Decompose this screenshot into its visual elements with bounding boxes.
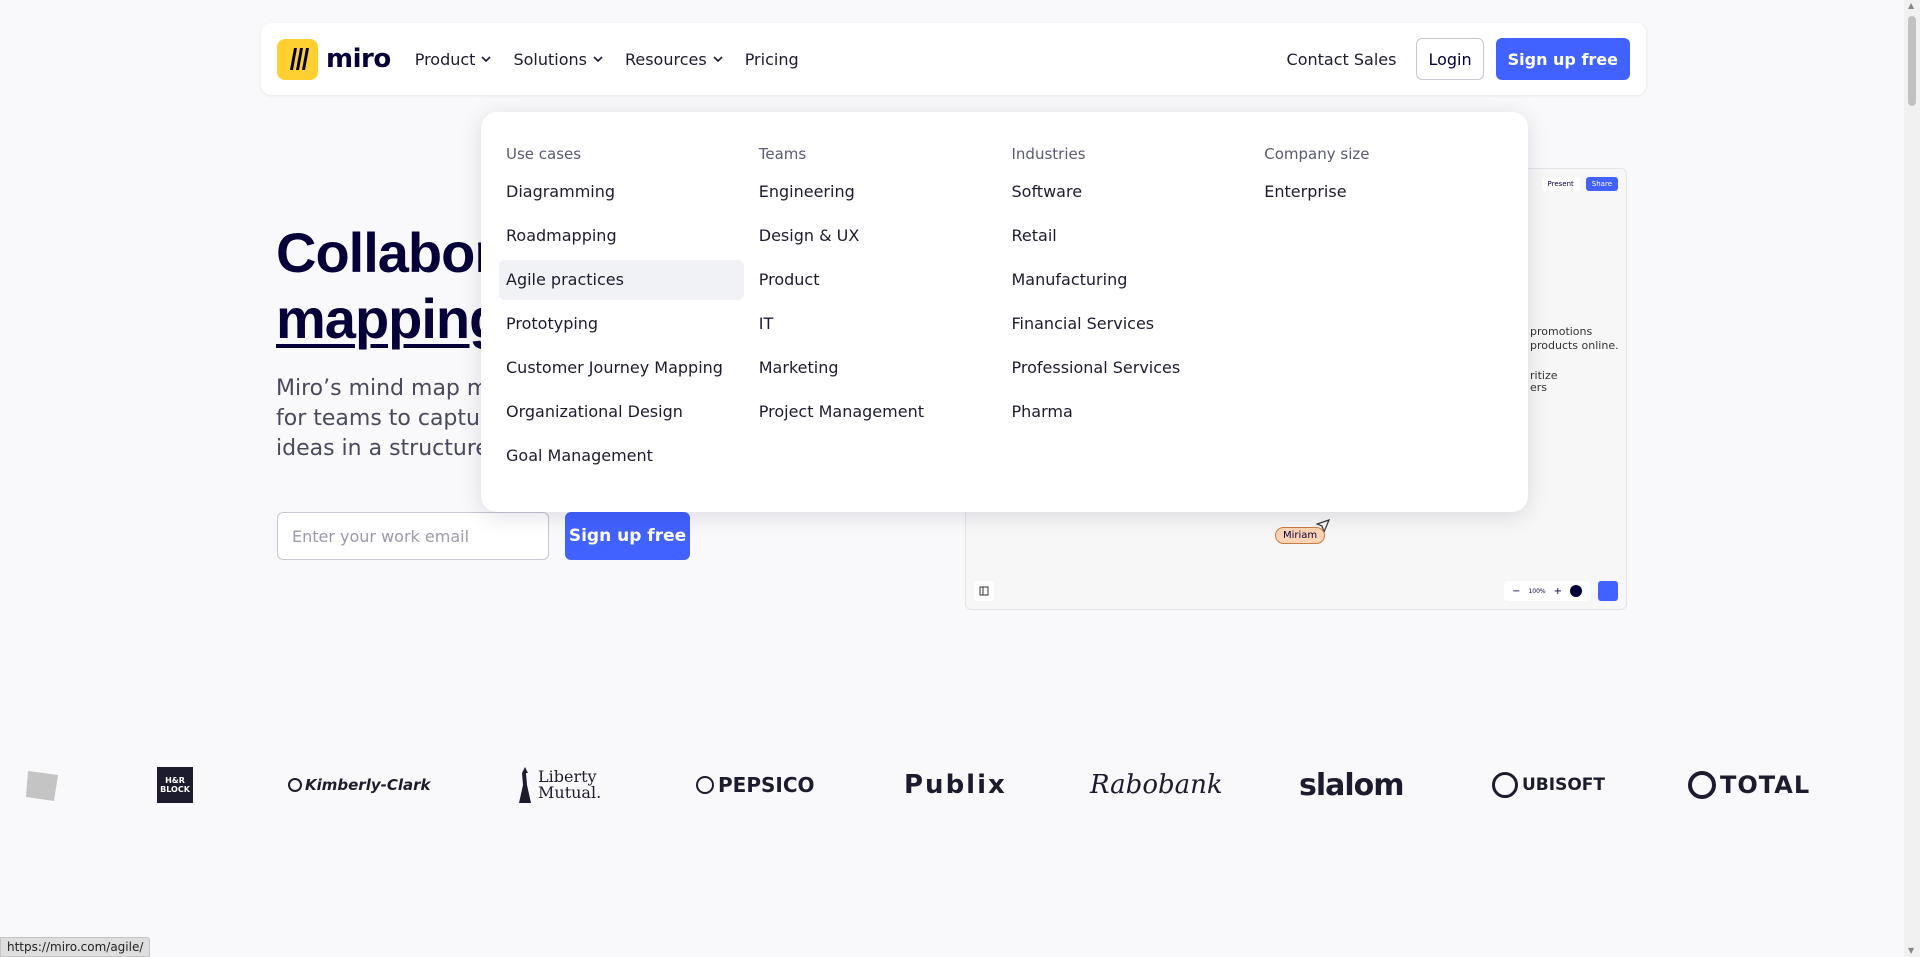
logo-kimberly-clark: Kimberly-Clark — [288, 755, 431, 815]
share-button[interactable]: Share — [1585, 177, 1618, 191]
logo-kimberly-clark-text: Kimberly-Clark — [305, 776, 431, 794]
dropdown-item-goal-management[interactable]: Goal Management — [499, 436, 744, 476]
logo-slalom: slalom — [1299, 767, 1405, 803]
nav-resources[interactable]: Resources — [625, 50, 723, 69]
total-icon — [1688, 771, 1716, 799]
site-header: miro Product Solutions Resources Pricing… — [261, 23, 1646, 95]
logo-text: miro — [326, 44, 391, 74]
dropdown-heading: Teams — [758, 145, 807, 163]
logo-ubisoft: UBISOFT — [1492, 755, 1605, 815]
board-text-line1: promotions — [1530, 325, 1593, 338]
logo-ubisoft-text: UBISOFT — [1522, 775, 1605, 795]
solutions-dropdown: Use cases Diagramming Roadmapping Agile … — [481, 112, 1528, 512]
page-scrollbar[interactable]: ▲ ▼ — [1904, 0, 1920, 957]
logo-publix: Publix — [904, 770, 1007, 800]
logo-liberty-mutual: Liberty Mutual. — [512, 755, 602, 815]
pepsico-globe-icon — [696, 776, 714, 794]
dropdown-column-industries: Industries Software Retail Manufacturing… — [1005, 142, 1258, 482]
dropdown-item-financial-services[interactable]: Financial Services — [1005, 304, 1250, 344]
login-button[interactable]: Login — [1416, 38, 1484, 80]
signup-button-header[interactable]: Sign up free — [1495, 38, 1630, 80]
kimberly-clark-icon — [288, 778, 302, 792]
nav-pricing-label: Pricing — [744, 49, 799, 69]
panel-toggle-icon[interactable] — [974, 581, 994, 601]
customer-logos: H&R BLOCK Kimberly-Clark Liberty Mutual.… — [0, 755, 1920, 815]
hero-title-line2: mapping — [276, 287, 503, 350]
scroll-down-icon[interactable]: ▼ — [1908, 947, 1916, 955]
dropdown-heading: Use cases — [506, 145, 582, 163]
logo-rabobank: Rabobank — [1090, 770, 1223, 800]
zoom-level: 100% — [1528, 587, 1546, 595]
hero-title: Collabor mapping — [276, 220, 503, 352]
dropdown-item-roadmapping[interactable]: Roadmapping — [499, 216, 744, 256]
dropdown-item-agile-practices[interactable]: Agile practices — [499, 260, 744, 300]
dropdown-item-retail[interactable]: Retail — [1005, 216, 1250, 256]
nav-pricing[interactable]: Pricing — [745, 50, 799, 69]
dropdown-item-marketing[interactable]: Marketing — [752, 348, 997, 388]
nav-resources-label: Resources — [624, 49, 707, 69]
help-icon[interactable] — [1570, 585, 1582, 597]
collaborator-cursor-label: Miriam — [1275, 527, 1326, 544]
dropdown-item-diagramming[interactable]: Diagramming — [499, 172, 744, 212]
ai-assist-icon[interactable] — [1598, 581, 1618, 601]
board-text-line2: products online. — [1530, 339, 1619, 352]
hero-title-line1: Collabor — [276, 221, 496, 284]
present-button[interactable]: Present — [1541, 177, 1580, 191]
dropdown-column-company-size: Company size Enterprise — [1257, 142, 1510, 482]
dropdown-item-organizational-design[interactable]: Organizational Design — [499, 392, 744, 432]
dropdown-item-it[interactable]: IT — [752, 304, 997, 344]
logo-pepsico-text: PEPSICO — [718, 773, 815, 797]
statue-of-liberty-icon — [519, 767, 531, 803]
chevron-down-icon — [713, 56, 723, 63]
logo-liberty-mutual-text: Liberty Mutual. — [538, 767, 602, 802]
header-actions: Contact Sales Login Sign up free — [1287, 38, 1630, 80]
miro-logo-icon — [277, 38, 318, 80]
logo-total: TOTAL — [1688, 755, 1810, 815]
dropdown-item-software[interactable]: Software — [1005, 172, 1250, 212]
logo-pepsico: PEPSICO — [696, 755, 815, 815]
miro-logo[interactable]: miro — [277, 38, 391, 80]
zoom-in-icon[interactable]: + — [1554, 586, 1562, 597]
nav-product[interactable]: Product — [415, 50, 492, 69]
scroll-thumb[interactable] — [1908, 16, 1916, 106]
nav-solutions-label: Solutions — [513, 49, 587, 69]
ubisoft-swirl-icon — [1492, 772, 1518, 798]
zoom-out-icon[interactable]: − — [1512, 586, 1520, 597]
status-bar-url: https://miro.com/agile/ — [0, 937, 151, 957]
dropdown-item-project-management[interactable]: Project Management — [752, 392, 997, 432]
dropdown-item-professional-services[interactable]: Professional Services — [1005, 348, 1250, 388]
board-text-line4: ers — [1530, 381, 1548, 394]
logo-hr-block: H&R BLOCK — [157, 755, 193, 815]
partial-logo — [22, 755, 62, 815]
nav-solutions[interactable]: Solutions — [513, 50, 603, 69]
scroll-up-icon[interactable]: ▲ — [1908, 2, 1916, 10]
dropdown-item-engineering[interactable]: Engineering — [752, 172, 997, 212]
dropdown-column-teams: Teams Engineering Design & UX Product IT… — [752, 142, 1005, 482]
chevron-down-icon — [481, 56, 492, 63]
dropdown-item-prototyping[interactable]: Prototyping — [499, 304, 744, 344]
chevron-down-icon — [593, 56, 603, 63]
dropdown-item-product[interactable]: Product — [752, 260, 997, 300]
dropdown-item-enterprise[interactable]: Enterprise — [1257, 172, 1502, 212]
zoom-controls: − 100% + — [1504, 581, 1590, 601]
nav-product-label: Product — [414, 49, 476, 69]
dropdown-heading: Industries — [1011, 145, 1086, 163]
work-email-input[interactable] — [277, 512, 549, 560]
contact-sales-link[interactable]: Contact Sales — [1287, 50, 1397, 69]
dropdown-item-pharma[interactable]: Pharma — [1005, 392, 1250, 432]
dropdown-item-customer-journey-mapping[interactable]: Customer Journey Mapping — [499, 348, 744, 388]
main-nav: Product Solutions Resources Pricing — [415, 50, 799, 69]
signup-button-hero[interactable]: Sign up free — [565, 512, 690, 560]
logo-total-text: TOTAL — [1720, 771, 1811, 799]
dropdown-heading: Company size — [1264, 145, 1370, 163]
dropdown-column-use-cases: Use cases Diagramming Roadmapping Agile … — [499, 142, 752, 482]
dropdown-item-manufacturing[interactable]: Manufacturing — [1005, 260, 1250, 300]
board-topbar: Present Share — [1541, 177, 1618, 191]
dropdown-item-design-ux[interactable]: Design & UX — [752, 216, 997, 256]
